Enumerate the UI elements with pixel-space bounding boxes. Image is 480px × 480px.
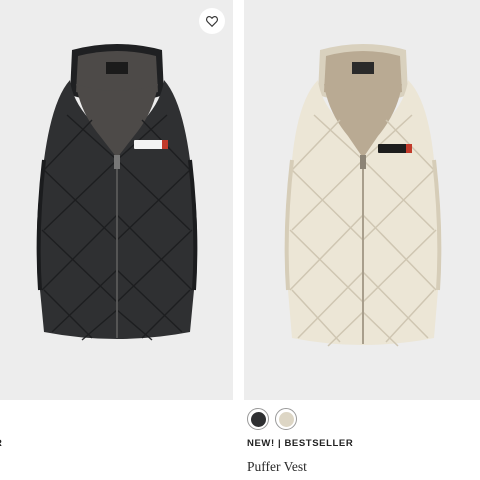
black-vest-image	[36, 44, 198, 341]
heart-icon	[205, 16, 219, 28]
favorite-button[interactable]	[199, 8, 225, 34]
color-swatches	[247, 408, 297, 430]
swatch-cream-dot	[278, 411, 294, 427]
product-badge: R	[0, 438, 2, 449]
cream-vest-image	[284, 44, 442, 347]
swatch-black-dot	[250, 411, 266, 427]
swatch-black[interactable]	[247, 408, 269, 430]
product-image-black-vest[interactable]	[0, 0, 233, 400]
product-image-cream-vest[interactable]	[244, 0, 480, 400]
product-badge: NEW! | BESTSELLER	[247, 438, 354, 449]
swatch-cream[interactable]	[275, 408, 297, 430]
product-name[interactable]: Puffer Vest	[247, 459, 307, 475]
